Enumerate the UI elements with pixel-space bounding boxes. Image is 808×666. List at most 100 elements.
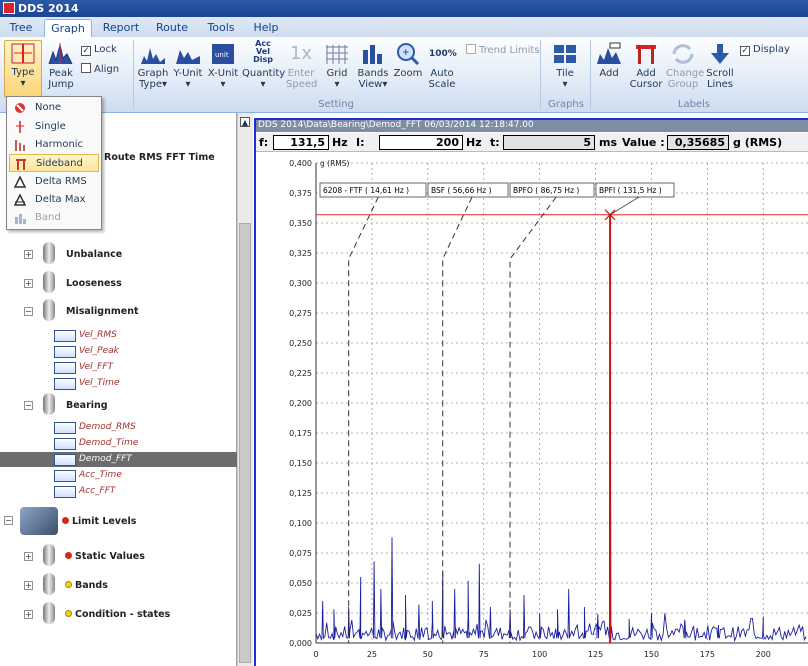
expand-static-values[interactable]: + [24,552,33,561]
chart-icon [54,486,76,498]
scroll-down-icon [711,44,729,64]
tile-button[interactable]: Tile ▾ [548,42,582,90]
add-cursor-button[interactable]: Add Cursor [628,42,664,90]
status-dot-icon [65,610,72,617]
tab-route[interactable]: Route [152,19,192,37]
expand-looseness[interactable]: + [24,279,33,288]
display-checkbox[interactable]: ✓ Display [740,44,790,56]
speed-icon: 1x [289,43,313,64]
tile-icon [554,45,576,63]
grid-button[interactable]: Grid ▾ [322,42,352,90]
add-label-icon [597,42,621,64]
zoom-button[interactable]: + Zoom [392,42,424,79]
tree-item-demod-rms[interactable]: Demod_RMS [79,422,136,432]
menu-item-single[interactable]: Single [9,118,99,136]
x-unit-button[interactable]: unit X-Unit ▾ [206,42,240,90]
grid-icon [326,45,348,64]
sensor-icon [43,393,55,415]
graph-type-button[interactable]: Graph Type▾ [136,42,170,90]
tab-help[interactable]: Help [250,19,282,37]
tree-item-vel-fft[interactable]: Vel_FFT [79,362,113,372]
align-checkbox[interactable]: Align [81,63,119,75]
menu-item-delta-rms[interactable]: Delta RMS [9,173,99,191]
type-button[interactable]: Type ▾ [4,40,42,98]
tree-item-demod-time[interactable]: Demod_Time [79,438,138,448]
tab-graph[interactable]: Graph [44,19,92,37]
delta-max-icon [14,194,26,206]
machine-icon [20,507,58,535]
tree-limit-levels[interactable]: Limit Levels [62,516,136,527]
menu-item-delta-max[interactable]: Delta Max [9,191,99,209]
scroll-up-icon[interactable]: ▲ [240,117,250,127]
menu-item-sideband[interactable]: Sideband [9,154,99,172]
status-dot-icon [65,552,72,559]
x-unit-icon: unit [212,44,234,64]
menu-item-harmonic[interactable]: Harmonic [9,136,99,154]
single-cursor-icon [16,121,24,133]
trend-limits-checkbox[interactable]: Trend Limits [466,44,540,56]
expand-unbalance[interactable]: + [24,250,33,259]
tree-condition-states[interactable]: Condition - states [65,609,170,620]
change-group-button: Change Group [666,42,704,90]
tree-item-vel-peak[interactable]: Vel_Peak [79,346,119,356]
tree-static-values[interactable]: Static Values [65,551,145,562]
quantity-button[interactable]: Acc Vel Disp Quantity ▾ [242,39,285,91]
collapse-limit-levels[interactable]: − [4,516,13,525]
route-title: Route RMS FFT Time [104,152,215,163]
chart-icon [54,454,76,466]
scroll-thumb[interactable] [239,223,251,663]
app-title: DDS 2014 [18,2,79,15]
sensor-icon [43,573,55,595]
tab-tree[interactable]: Tree [6,19,36,37]
ribbon: Type ▾ Peak Jump ✓ Lock Align Graph Type▾ Y … [0,37,808,113]
collapse-bearing[interactable]: − [24,401,33,410]
menu-item-none[interactable]: None [9,99,99,117]
tree-group-unbalance[interactable]: Unbalance [66,249,122,260]
tab-tools[interactable]: Tools [203,19,239,37]
y-unit-icon: Y [176,45,200,64]
auto-scale-button[interactable]: 100% Auto Scale [426,42,458,90]
sensor-icon [43,242,55,264]
y-unit-button[interactable]: Y Y-Unit ▾ [172,42,204,90]
sensor-icon [43,602,55,624]
labels-group-label: Labels [677,99,711,110]
tab-report[interactable]: Report [100,19,142,37]
svg-text:unit: unit [215,51,229,59]
add-label-button[interactable]: Add [594,42,624,79]
bands-view-button[interactable]: Bands View▾ [356,42,390,90]
active-graph-border [254,118,808,666]
quantity-icon: Acc Vel Disp [253,39,273,64]
status-dot-icon [62,517,69,524]
tree-item-acc-time[interactable]: Acc_Time [79,470,122,480]
app-window: { "app": {"title": "DDS 2014"}, "tabs": … [0,0,808,666]
type-dropdown-menu: None Single Harmonic Sideband Delta RMS … [6,96,102,230]
peak-jump-icon [48,43,73,65]
tree-item-demod-fft[interactable]: Demod_FFT [79,454,132,464]
expand-bands[interactable]: + [24,581,33,590]
menu-item-band: Band [9,209,99,227]
tree-item-vel-time[interactable]: Vel_Time [79,378,119,388]
tree-group-bearing[interactable]: Bearing [66,400,108,411]
scroll-lines-button[interactable]: Scroll Lines [704,42,736,90]
sensor-icon [43,271,55,293]
sideband-icon [16,159,26,170]
tree-item-acc-fft[interactable]: Acc_FFT [79,486,115,496]
expand-condition-states[interactable]: + [24,610,33,619]
sensor-icon [43,544,55,566]
tree-group-looseness[interactable]: Looseness [66,278,122,289]
lock-check-icon: ✓ [81,46,91,56]
setting-group-label: Setting [318,99,354,110]
band-icon [15,214,26,224]
app-icon [3,2,15,14]
peak-jump-button[interactable]: Peak Jump [46,42,76,90]
lock-checkbox[interactable]: ✓ Lock [81,44,117,56]
chart-icon [54,470,76,482]
tree-item-vel-rms[interactable]: Vel_RMS [79,330,117,340]
cursor-type-icon [11,43,35,64]
change-group-icon [672,44,694,64]
sensor-icon [43,299,55,321]
collapse-misalignment[interactable]: − [24,307,33,316]
tree-bands[interactable]: Bands [65,580,108,591]
tree-scrollbar[interactable]: ▲ [237,113,253,666]
tree-group-misalignment[interactable]: Misalignment [66,306,139,317]
